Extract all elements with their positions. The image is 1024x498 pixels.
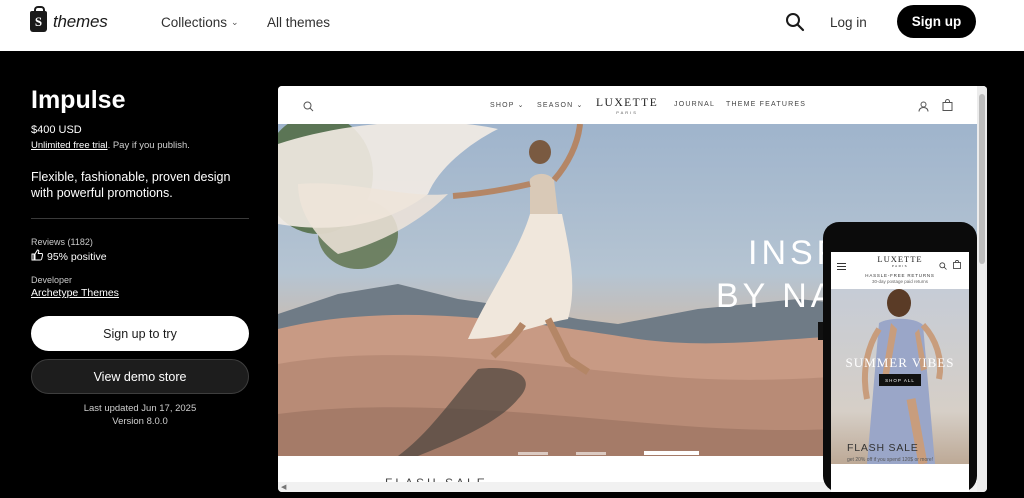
store-header: SHOP ⌄ SEASON ⌄ LUXETTE PARIS JOURNAL TH… [278, 86, 987, 124]
reviews-label[interactable]: Reviews (1182) [31, 237, 93, 247]
mobile-brand-sub: PARIS [891, 264, 909, 268]
mobile-screen: LUXETTE PARIS HASSLE-FREE RETURNS 30-day… [831, 252, 969, 492]
version: Version 8.0.0 [112, 416, 168, 427]
store-nav-theme-features[interactable]: THEME FEATURES [726, 101, 806, 108]
sign-up-to-try-button[interactable]: Sign up to try [31, 316, 249, 351]
scrollbar-thumb[interactable] [979, 94, 985, 264]
view-demo-store-button[interactable]: View demo store [31, 359, 249, 394]
mobile-promo-bar: HASSLE-FREE RETURNS 30-day postage paid … [831, 270, 969, 289]
cart-icon[interactable] [942, 98, 953, 116]
account-icon[interactable] [918, 99, 929, 117]
developer-name: Archetype Themes [31, 287, 119, 299]
store-nav-shop-label: SHOP [490, 102, 515, 109]
thumbs-up-icon [31, 249, 44, 264]
developer-link[interactable]: Archetype Themes [31, 287, 119, 299]
promo-subtitle: 30-day postage paid returns [871, 279, 929, 284]
shopify-themes-logo[interactable]: S themes [30, 6, 108, 32]
store-nav-journal[interactable]: JOURNAL [674, 101, 715, 108]
developer-label: Developer [31, 275, 73, 285]
store-brand-name: LUXETTE [596, 97, 659, 109]
trial-note: . Pay if you publish. [107, 140, 190, 151]
mobile-flash-sale-title: FLASH SALE [847, 442, 919, 454]
signup-button[interactable]: Sign up [897, 5, 976, 38]
login-link[interactable]: Log in [830, 15, 867, 30]
free-trial-link[interactable]: Unlimited free trial [31, 140, 108, 151]
slide-indicator-active[interactable] [644, 451, 699, 455]
mobile-flash-sale-subtitle: get 20% off if you spend 120$ or more! [847, 457, 934, 463]
slide-indicator[interactable] [576, 452, 606, 455]
store-brand-sub: PARIS [616, 110, 638, 115]
slide-indicator[interactable] [518, 452, 548, 455]
mobile-hero-image: SUMMER VIBES SHOP ALL [831, 289, 969, 464]
mobile-preview[interactable]: LUXETTE PARIS HASSLE-FREE RETURNS 30-day… [823, 222, 977, 492]
top-navigation: S themes Collections ⌄ All themes Log in… [0, 0, 1024, 51]
shop-all-button[interactable]: SHOP ALL [879, 374, 921, 386]
reviews-value: 95% positive [47, 250, 107, 263]
trial-info: Unlimited free trial. Pay if you publish… [31, 140, 190, 151]
shopify-bag-icon: S [30, 6, 47, 32]
search-icon[interactable] [785, 12, 805, 32]
collections-label: Collections [161, 15, 228, 30]
chevron-down-icon: ⌄ [231, 17, 239, 27]
search-icon[interactable] [303, 99, 314, 117]
mobile-brand-name: LUXETTE [877, 254, 923, 264]
store-nav-season-label: SEASON [537, 102, 574, 109]
all-themes-link[interactable]: All themes [267, 15, 330, 30]
store-nav-season[interactable]: SEASON ⌄ [537, 101, 584, 109]
hero-headline-line2: BY NA [716, 277, 838, 315]
theme-title: Impulse [31, 86, 126, 114]
collections-menu[interactable]: Collections ⌄ [161, 15, 239, 30]
scroll-left-arrow-icon[interactable]: ◀ [281, 483, 286, 491]
search-icon[interactable] [939, 257, 947, 275]
theme-description: Flexible, fashionable, proven design wit… [31, 170, 231, 200]
theme-price: $400 USD [31, 124, 82, 136]
store-brand-logo[interactable]: LUXETTE PARIS [596, 97, 658, 115]
logo-text: themes [53, 11, 108, 31]
mobile-store-header: LUXETTE PARIS [831, 252, 969, 270]
mobile-hero-title: SUMMER VIBES [845, 355, 955, 370]
store-nav-shop[interactable]: SHOP ⌄ [490, 101, 525, 109]
cart-icon[interactable] [953, 256, 961, 274]
all-themes-label: All themes [267, 15, 331, 30]
divider [31, 218, 249, 219]
last-updated: Last updated Jun 17, 2025 [83, 403, 197, 414]
reviews-rating[interactable]: 95% positive [31, 249, 107, 264]
promo-title: HASSLE-FREE RETURNS [865, 273, 935, 278]
